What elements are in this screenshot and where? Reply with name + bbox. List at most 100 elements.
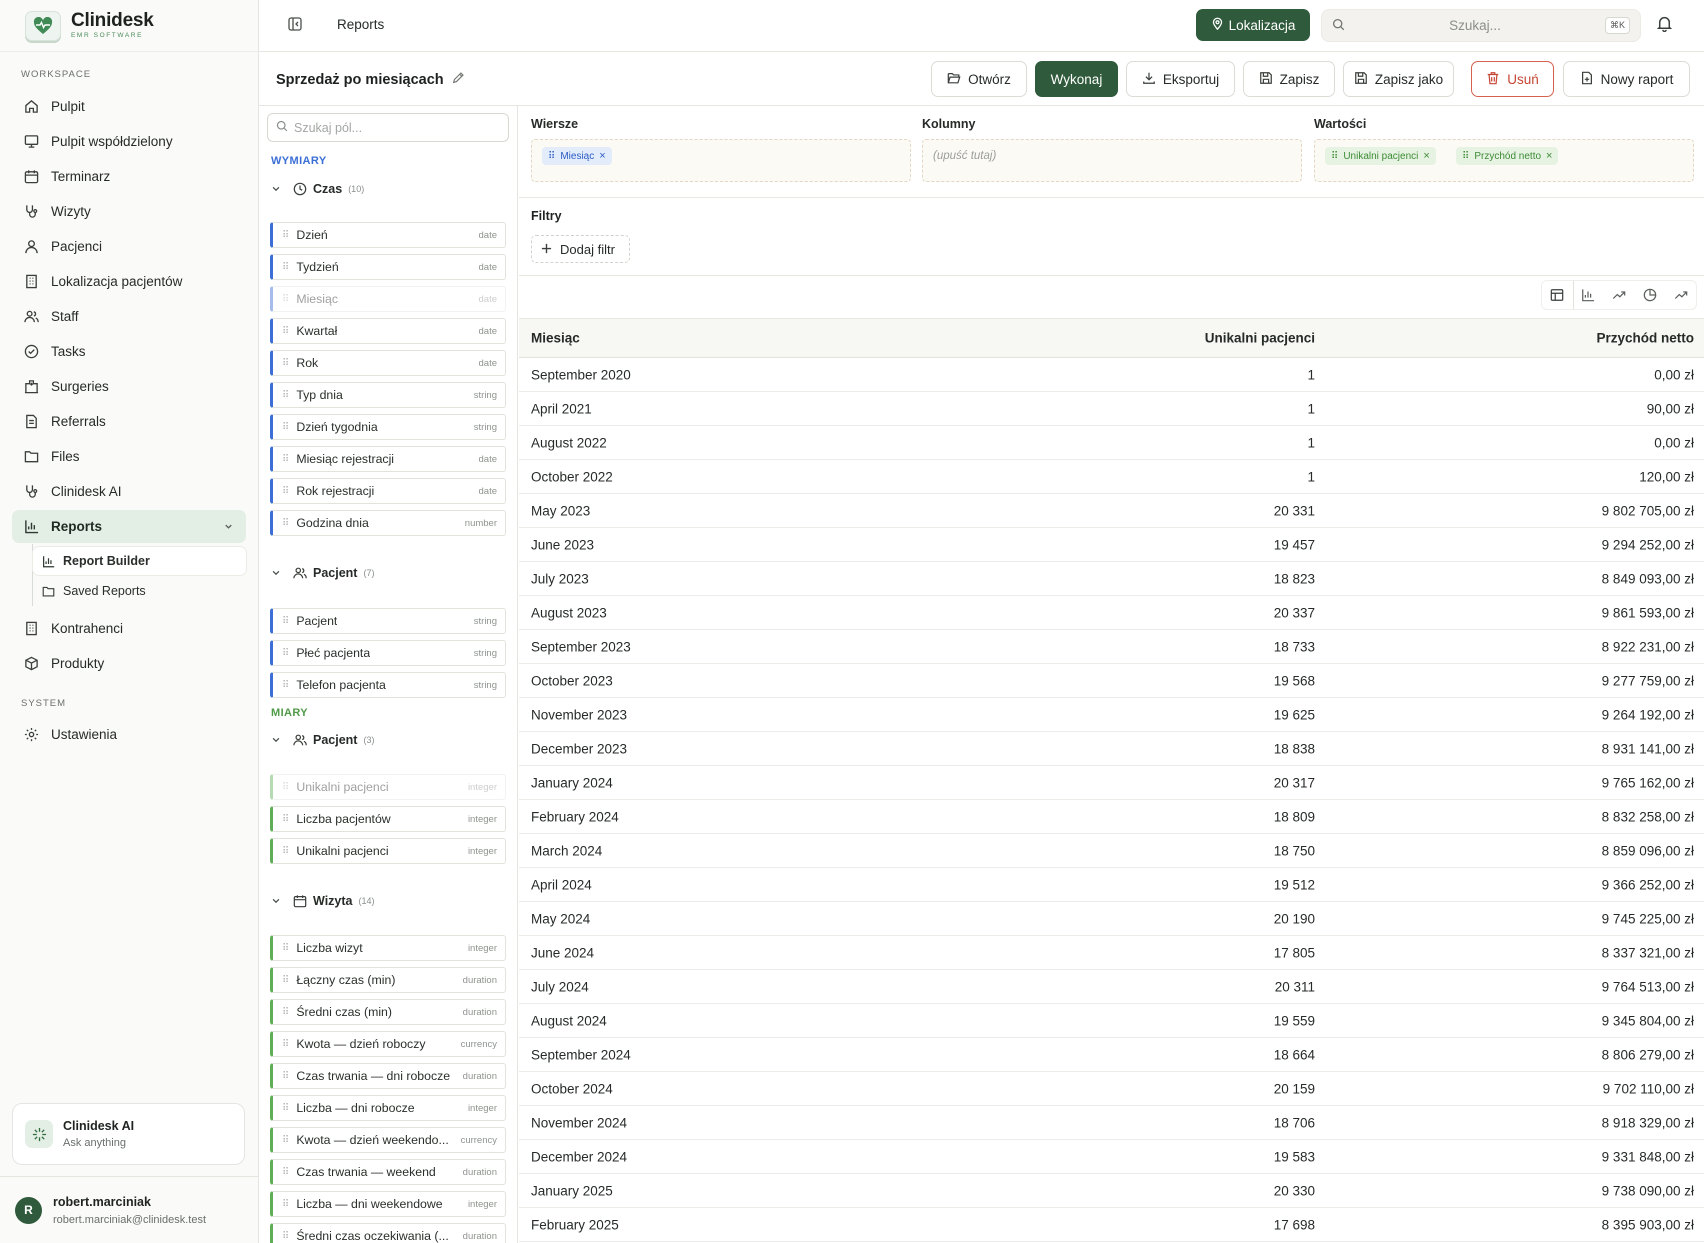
table-row[interactable]: February 2025 17 698 8 395 903,00 zł	[519, 1208, 1704, 1242]
sidebar-item-pacjenci[interactable]: Pacjenci	[12, 230, 246, 263]
location-button[interactable]: Lokalizacja	[1196, 9, 1310, 41]
sidebar-item-wizyty[interactable]: Wizyty	[12, 195, 246, 228]
sidebar-item-lokalizacja-pacjentow[interactable]: Lokalizacja pacjentów	[12, 265, 246, 298]
field-item[interactable]: ⠿ Dzień date	[270, 222, 506, 248]
delete-button[interactable]: Usuń	[1471, 61, 1554, 97]
table-row[interactable]: August 2024 19 559 9 345 804,00 zł	[519, 1004, 1704, 1038]
table-row[interactable]: September 2020 1 0,00 zł	[519, 358, 1704, 392]
values-chip[interactable]: ⠿ Unikalni pacjenci ×	[1325, 147, 1436, 165]
field-item[interactable]: ⠿ Godzina dnia number	[270, 510, 506, 536]
field-search[interactable]	[267, 113, 509, 142]
field-item[interactable]: ⠿ Rok rejestracji date	[270, 478, 506, 504]
global-search[interactable]: ⌘K	[1321, 9, 1641, 42]
clinidesk-ai-card[interactable]: Clinidesk AI Ask anything	[12, 1103, 245, 1165]
table-row[interactable]: May 2023 20 331 9 802 705,00 zł	[519, 494, 1704, 528]
field-item[interactable]: ⠿ Telefon pacjenta string	[270, 672, 506, 698]
table-row[interactable]: November 2024 18 706 8 918 329,00 zł	[519, 1106, 1704, 1140]
save-button[interactable]: Zapisz	[1243, 61, 1335, 97]
collapse-sidebar-icon[interactable]	[287, 16, 303, 35]
remove-chip-icon[interactable]: ×	[1546, 150, 1552, 162]
table-row[interactable]: April 2021 1 90,00 zł	[519, 392, 1704, 426]
run-button[interactable]: Wykonaj	[1035, 61, 1118, 97]
table-row[interactable]: December 2023 18 838 8 931 141,00 zł	[519, 732, 1704, 766]
report-title[interactable]: Sprzedaż po miesiącach	[276, 71, 465, 88]
table-row[interactable]: August 2022 1 0,00 zł	[519, 426, 1704, 460]
sidebar-item-tasks[interactable]: Tasks	[12, 335, 246, 368]
line-chart-view-icon[interactable]	[1604, 281, 1635, 309]
group-pacjent-measure[interactable]: Pacjent (3)	[271, 730, 374, 750]
sidebar-item-pulpit[interactable]: Pulpit	[12, 90, 246, 123]
sidebar-item-terminarz[interactable]: Terminarz	[12, 160, 246, 193]
sidebar-item-ustawienia[interactable]: Ustawienia	[12, 718, 246, 751]
pencil-edit-icon[interactable]	[452, 71, 465, 88]
export-button[interactable]: Eksportuj	[1126, 61, 1235, 97]
group-pacjent-dimension[interactable]: Pacjent (7)	[271, 563, 374, 583]
table-row[interactable]: November 2023 19 625 9 264 192,00 zł	[519, 698, 1704, 732]
area-chart-view-icon[interactable]	[1665, 281, 1696, 309]
field-item[interactable]: ⠿ Tydzień date	[270, 254, 506, 280]
field-item[interactable]: ⠿ Typ dnia string	[270, 382, 506, 408]
field-item[interactable]: ⠿ Liczba — dni robocze integer	[270, 1095, 506, 1121]
search-input[interactable]	[1345, 18, 1605, 33]
field-item[interactable]: ⠿ Pacjent string	[270, 608, 506, 634]
values-drop-zone[interactable]: ⠿ Unikalni pacjenci × ⠿ Przychód netto ×	[1314, 139, 1694, 182]
table-row[interactable]: October 2023 19 568 9 277 759,00 zł	[519, 664, 1704, 698]
field-item[interactable]: ⠿ Liczba wizyt integer	[270, 935, 506, 961]
table-view-icon[interactable]	[1542, 281, 1573, 309]
table-row[interactable]: October 2024 20 159 9 702 110,00 zł	[519, 1072, 1704, 1106]
table-row[interactable]: January 2024 20 317 9 765 162,00 zł	[519, 766, 1704, 800]
field-item[interactable]: ⠿ Kwartał date	[270, 318, 506, 344]
rows-drop-zone[interactable]: ⠿ Miesiąc ×	[531, 139, 911, 182]
field-item[interactable]: ⠿ Płeć pacjenta string	[270, 640, 506, 666]
remove-chip-icon[interactable]: ×	[1423, 150, 1429, 162]
field-item[interactable]: ⠿ Średni czas (min) duration	[270, 999, 506, 1025]
field-item[interactable]: ⠿ Czas trwania — weekend duration	[270, 1159, 506, 1185]
sidebar-item-referrals[interactable]: Referrals	[12, 405, 246, 438]
sidebar-item-clinidesk-ai[interactable]: Clinidesk AI	[12, 475, 246, 508]
pie-chart-view-icon[interactable]	[1634, 281, 1665, 309]
columns-drop-zone[interactable]: (upuść tutaj)	[922, 139, 1302, 182]
column-header-unique-patients[interactable]: Unikalni pacjenci	[1205, 331, 1315, 346]
sidebar-subitem-saved-reports[interactable]: Saved Reports	[33, 577, 246, 605]
column-header-month[interactable]: Miesiąc	[531, 331, 580, 346]
sidebar-item-surgeries[interactable]: Surgeries	[12, 370, 246, 403]
field-item[interactable]: ⠿ Miesiąc rejestracji date	[270, 446, 506, 472]
field-item[interactable]: ⠿ Rok date	[270, 350, 506, 376]
column-header-net-revenue[interactable]: Przychód netto	[1596, 331, 1694, 346]
field-item[interactable]: ⠿ Miesiąc date	[270, 286, 506, 312]
group-czas[interactable]: Czas (10)	[271, 179, 364, 199]
table-row[interactable]: December 2024 19 583 9 331 848,00 zł	[519, 1140, 1704, 1174]
table-row[interactable]: March 2024 18 750 8 859 096,00 zł	[519, 834, 1704, 868]
table-row[interactable]: September 2023 18 733 8 922 231,00 zł	[519, 630, 1704, 664]
field-item[interactable]: ⠿ Unikalni pacjenci integer	[270, 838, 506, 864]
field-item[interactable]: ⠿ Średni czas oczekiwania (... duration	[270, 1223, 506, 1243]
table-row[interactable]: July 2024 20 311 9 764 513,00 zł	[519, 970, 1704, 1004]
table-row[interactable]: September 2024 18 664 8 806 279,00 zł	[519, 1038, 1704, 1072]
values-chip[interactable]: ⠿ Przychód netto ×	[1456, 147, 1559, 165]
table-row[interactable]: April 2024 19 512 9 366 252,00 zł	[519, 868, 1704, 902]
user-profile[interactable]: R robert.marciniak robert.marciniak@clin…	[0, 1176, 258, 1243]
sidebar-item-reports[interactable]: Reports	[12, 510, 246, 543]
add-filter-button[interactable]: Dodaj filtr	[531, 235, 630, 263]
table-row[interactable]: July 2023 18 823 8 849 093,00 zł	[519, 562, 1704, 596]
table-row[interactable]: October 2022 1 120,00 zł	[519, 460, 1704, 494]
notification-bell-icon[interactable]	[1656, 15, 1673, 35]
open-button[interactable]: Otwórz	[931, 61, 1027, 97]
field-item[interactable]: ⠿ Unikalni pacjenci integer	[270, 774, 506, 800]
group-wizyta[interactable]: Wizyta (14)	[271, 891, 375, 911]
sidebar-item-pulpit-wspoldzielony[interactable]: Pulpit współdzielony	[12, 125, 246, 158]
table-row[interactable]: June 2023 19 457 9 294 252,00 zł	[519, 528, 1704, 562]
bar-chart-view-icon[interactable]	[1573, 281, 1604, 309]
new-report-button[interactable]: Nowy raport	[1563, 61, 1690, 97]
sidebar-item-produkty[interactable]: Produkty	[12, 647, 246, 680]
field-item[interactable]: ⠿ Liczba pacjentów integer	[270, 806, 506, 832]
sidebar-item-staff[interactable]: Staff	[12, 300, 246, 333]
table-row[interactable]: January 2025 20 330 9 738 090,00 zł	[519, 1174, 1704, 1208]
save-as-button[interactable]: Zapisz jako	[1343, 61, 1454, 97]
field-item[interactable]: ⠿ Czas trwania — dni robocze duration	[270, 1063, 506, 1089]
brand-logo[interactable]: Clinidesk EMR SOFTWARE	[0, 0, 258, 52]
sidebar-item-kontrahenci[interactable]: Kontrahenci	[12, 612, 246, 645]
field-item[interactable]: ⠿ Dzień tygodnia string	[270, 414, 506, 440]
table-row[interactable]: August 2023 20 337 9 861 593,00 zł	[519, 596, 1704, 630]
table-row[interactable]: June 2024 17 805 8 337 321,00 zł	[519, 936, 1704, 970]
